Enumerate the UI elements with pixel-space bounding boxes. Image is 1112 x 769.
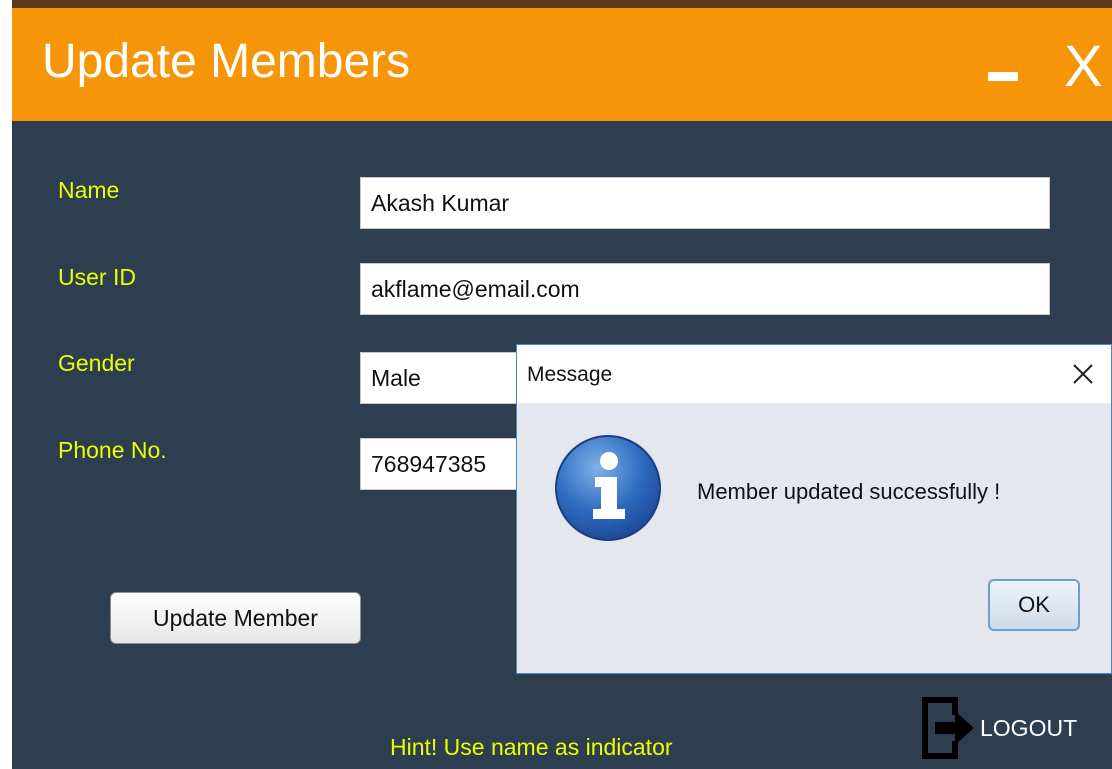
name-field[interactable]: Akash Kumar — [360, 177, 1050, 229]
dialog-close-icon[interactable] — [1069, 360, 1097, 388]
user-id-field[interactable]: akflame@email.com — [360, 263, 1050, 315]
window-top-border — [12, 0, 1112, 8]
logout-label: LOGOUT — [980, 714, 1078, 741]
logout-button[interactable]: LOGOUT — [918, 693, 1077, 763]
close-button[interactable]: X — [1064, 38, 1103, 96]
dialog-title: Message — [527, 363, 613, 386]
update-member-button[interactable]: Update Member — [110, 592, 361, 644]
phone-label: Phone No. — [58, 437, 167, 463]
message-dialog: Message Member updated successfully ! OK — [516, 344, 1112, 674]
info-icon — [555, 435, 661, 541]
minimize-button[interactable] — [988, 72, 1018, 81]
dialog-title-bar: Message — [517, 345, 1111, 403]
user-id-label: User ID — [58, 264, 136, 290]
title-bar: Update Members X — [12, 8, 1112, 121]
dialog-body: Member updated successfully ! OK — [517, 403, 1111, 673]
logout-icon — [922, 697, 974, 759]
dialog-message: Member updated successfully ! — [697, 479, 1001, 504]
gender-label: Gender — [58, 350, 135, 376]
hint-text: Hint! Use name as indicator — [390, 734, 673, 760]
background-strip — [0, 0, 12, 769]
name-label: Name — [58, 177, 120, 203]
ok-button[interactable]: OK — [988, 579, 1080, 631]
window-title: Update Members — [42, 35, 411, 88]
